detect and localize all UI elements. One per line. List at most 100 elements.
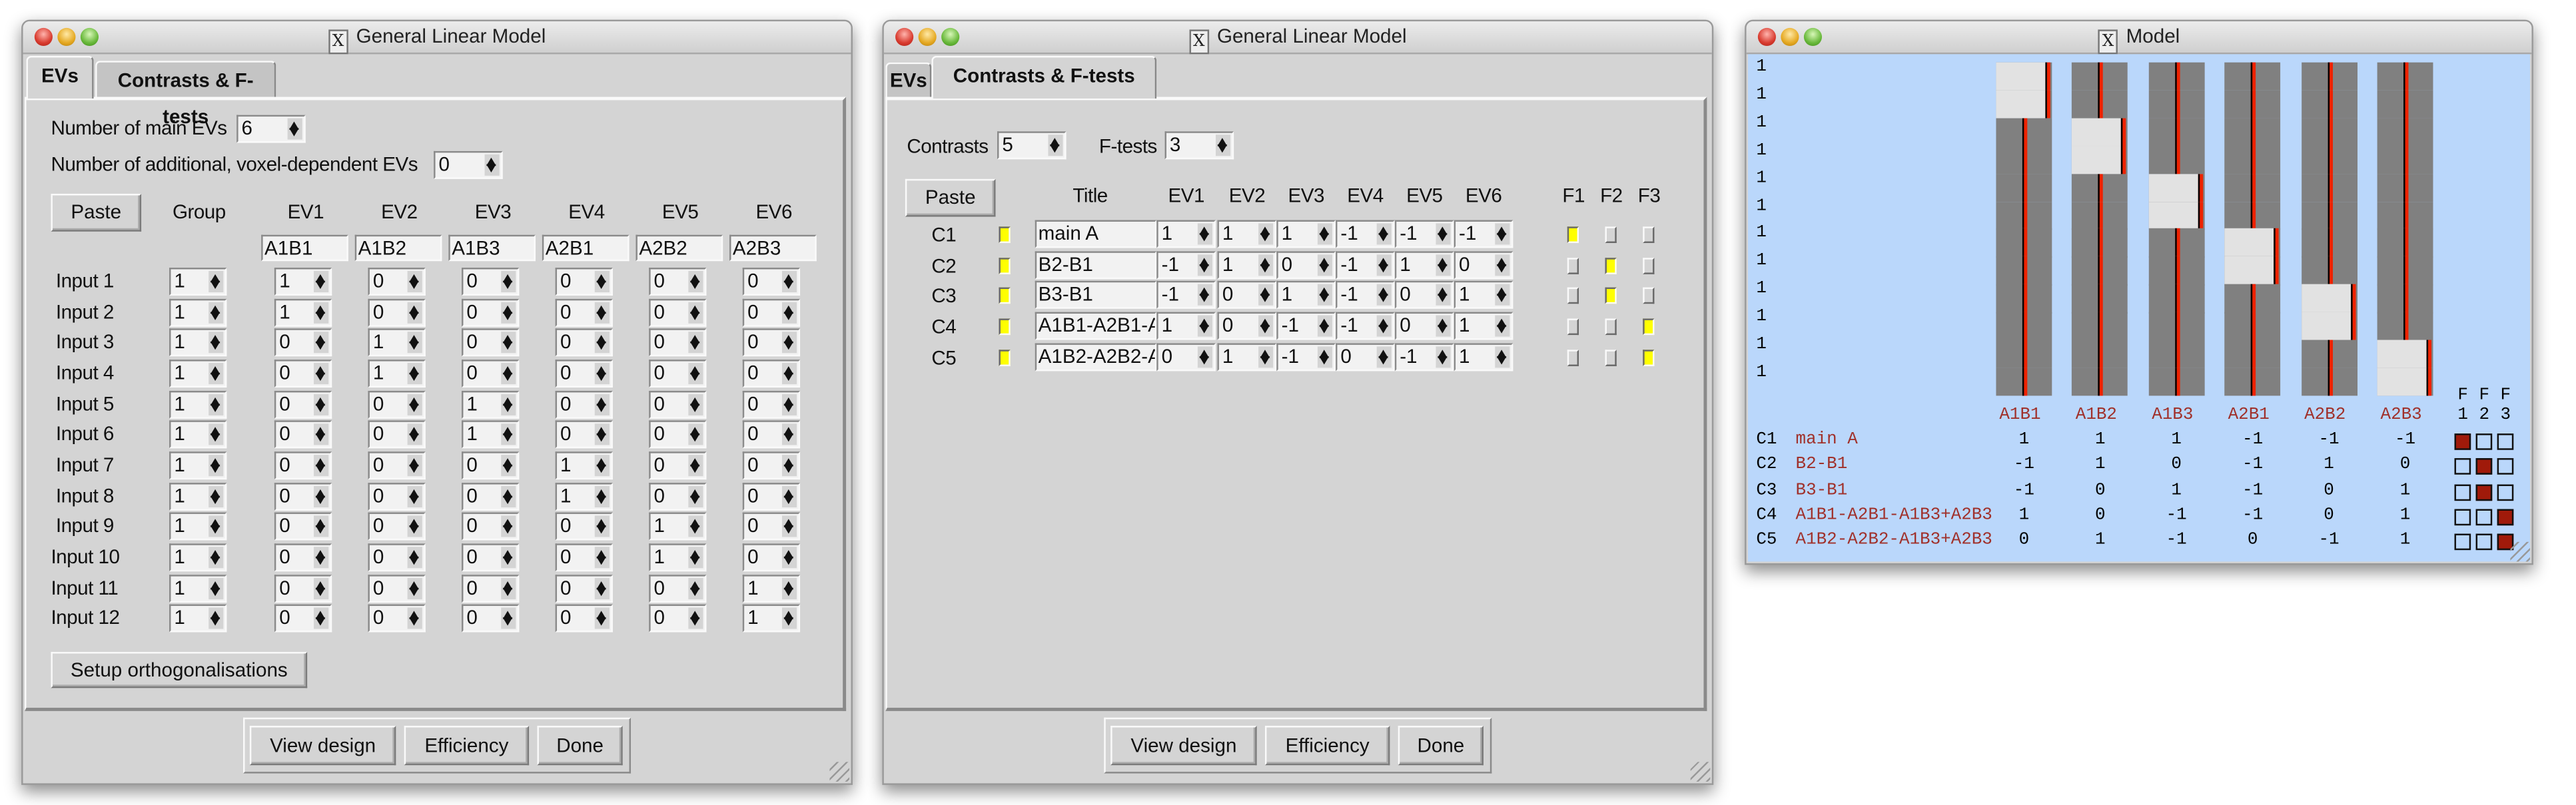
spin-arrows[interactable]	[1376, 284, 1392, 306]
group-spinbox-4[interactable]: 1	[169, 359, 227, 388]
ev6-spinbox-input-10[interactable]: 0	[742, 543, 801, 571]
arrow-down-icon[interactable]	[486, 164, 496, 172]
arrow-down-icon[interactable]	[409, 525, 419, 534]
c1-ev6-spinbox[interactable]: -1	[1454, 220, 1513, 248]
group-spinbox-2[interactable]: 1	[169, 298, 227, 326]
contrast-enable-checkbox-1[interactable]	[999, 226, 1011, 243]
tab-contrasts[interactable]: Contrasts & F-tests	[931, 55, 1157, 99]
spin-arrows[interactable]	[501, 393, 516, 415]
arrow-down-icon[interactable]	[210, 464, 220, 473]
spin-arrows[interactable]	[781, 454, 797, 476]
spin-arrows[interactable]	[688, 546, 703, 568]
arrow-down-icon[interactable]	[502, 372, 513, 382]
spin-arrows[interactable]	[209, 362, 224, 384]
arrow-down-icon[interactable]	[1319, 356, 1330, 364]
spin-arrows[interactable]	[314, 423, 329, 445]
ev1-spinbox-input-5[interactable]: 0	[274, 390, 332, 418]
ev4-spinbox-input-7[interactable]: 1	[555, 451, 613, 479]
done-button[interactable]: Done	[1398, 726, 1484, 766]
arrow-down-icon[interactable]	[783, 280, 794, 290]
contrast-title-input-4[interactable]: A1B1-A2B1-A1B3+A2B3	[1035, 312, 1157, 340]
spin-arrows[interactable]	[501, 546, 516, 568]
arrow-down-icon[interactable]	[210, 495, 220, 504]
spin-arrows[interactable]	[314, 454, 329, 476]
arrow-down-icon[interactable]	[783, 342, 794, 351]
arrow-down-icon[interactable]	[783, 556, 794, 565]
arrow-down-icon[interactable]	[1199, 294, 1210, 303]
c3-ev1-spinbox[interactable]: -1	[1156, 281, 1216, 310]
arrow-down-icon[interactable]	[596, 311, 607, 320]
spin-arrows[interactable]	[209, 546, 224, 568]
c4-f1-checkbox[interactable]	[1567, 318, 1579, 336]
arrow-down-icon[interactable]	[315, 433, 326, 443]
c4-ev5-spinbox[interactable]: 0	[1394, 312, 1454, 340]
arrow-down-icon[interactable]	[502, 433, 513, 443]
spin-arrows[interactable]	[781, 423, 797, 445]
ev1-spinbox-input-1[interactable]: 1	[274, 267, 332, 296]
c3-f3-checkbox[interactable]	[1643, 288, 1655, 305]
c3-ev5-spinbox[interactable]: 0	[1394, 281, 1454, 310]
ev5-spinbox-input-12[interactable]: 0	[649, 604, 707, 633]
c2-f2-checkbox[interactable]	[1605, 257, 1617, 274]
efficiency-button[interactable]: Efficiency	[1264, 726, 1390, 766]
tab-evs[interactable]: EVs	[26, 55, 94, 99]
c3-f2-checkbox[interactable]	[1605, 288, 1617, 305]
tab-contrasts[interactable]: Contrasts & F-tests	[95, 61, 276, 128]
ev5-spinbox-input-2[interactable]: 0	[649, 298, 707, 326]
spin-arrows[interactable]	[407, 546, 422, 568]
ev3-spinbox-input-9[interactable]: 0	[462, 512, 520, 541]
ev5-spinbox-input-1[interactable]: 0	[649, 267, 707, 296]
arrow-down-icon[interactable]	[315, 280, 326, 290]
resize-grip[interactable]	[2510, 541, 2530, 562]
title-bar[interactable]: X General Linear Model	[883, 21, 1712, 55]
arrow-down-icon[interactable]	[1437, 325, 1448, 334]
arrow-down-icon[interactable]	[502, 495, 513, 504]
contrast-title-input-2[interactable]: B2-B1	[1035, 250, 1157, 279]
c1-f1-checkbox[interactable]	[1567, 226, 1579, 243]
arrow-down-icon[interactable]	[409, 280, 419, 290]
arrow-down-icon[interactable]	[409, 372, 419, 382]
c4-ev4-spinbox[interactable]: -1	[1336, 312, 1395, 340]
spin-arrows[interactable]	[314, 270, 329, 292]
ev4-spinbox-input-2[interactable]: 0	[555, 298, 613, 326]
contrasts-spinbox[interactable]: 5	[997, 131, 1067, 160]
ev2-spinbox-input-6[interactable]: 0	[368, 420, 426, 449]
c5-f3-checkbox[interactable]	[1643, 349, 1655, 366]
arrow-down-icon[interactable]	[1260, 356, 1270, 364]
ev-name-input-6[interactable]: A2B3	[729, 234, 817, 262]
arrow-down-icon[interactable]	[210, 311, 220, 320]
arrow-down-icon[interactable]	[315, 495, 326, 504]
c2-ev5-spinbox[interactable]: 1	[1394, 250, 1454, 279]
spin-arrows[interactable]	[501, 301, 516, 323]
spin-arrows[interactable]	[781, 301, 797, 323]
c2-f3-checkbox[interactable]	[1643, 257, 1655, 274]
arrow-down-icon[interactable]	[1260, 233, 1270, 242]
tab-evs[interactable]: EVs	[885, 62, 932, 99]
arrow-down-icon[interactable]	[689, 311, 700, 320]
c3-ev4-spinbox[interactable]: -1	[1336, 281, 1395, 310]
group-spinbox-8[interactable]: 1	[169, 481, 227, 510]
c5-ev2-spinbox[interactable]: 1	[1217, 342, 1277, 371]
spin-arrows[interactable]	[314, 332, 329, 354]
c3-f1-checkbox[interactable]	[1567, 288, 1579, 305]
spin-arrows[interactable]	[594, 546, 610, 568]
spin-arrows[interactable]	[688, 270, 703, 292]
contrast-enable-checkbox-3[interactable]	[999, 288, 1011, 305]
arrow-down-icon[interactable]	[596, 372, 607, 382]
ev1-spinbox-input-2[interactable]: 1	[274, 298, 332, 326]
arrow-down-icon[interactable]	[409, 403, 419, 412]
ev6-spinbox-input-11[interactable]: 1	[742, 573, 801, 602]
arrow-down-icon[interactable]	[1319, 233, 1330, 242]
spin-arrows[interactable]	[1376, 346, 1392, 368]
spin-arrows[interactable]	[1215, 134, 1231, 156]
c1-f3-checkbox[interactable]	[1643, 226, 1655, 243]
spin-arrows[interactable]	[1197, 284, 1213, 306]
arrow-down-icon[interactable]	[1437, 356, 1448, 364]
spin-arrows[interactable]	[1495, 223, 1510, 245]
arrow-down-icon[interactable]	[502, 525, 513, 534]
arrow-down-icon[interactable]	[1496, 294, 1507, 303]
ev6-spinbox-input-5[interactable]: 0	[742, 390, 801, 418]
arrow-down-icon[interactable]	[315, 372, 326, 382]
spin-arrows[interactable]	[1436, 254, 1451, 276]
arrow-down-icon[interactable]	[210, 617, 220, 626]
